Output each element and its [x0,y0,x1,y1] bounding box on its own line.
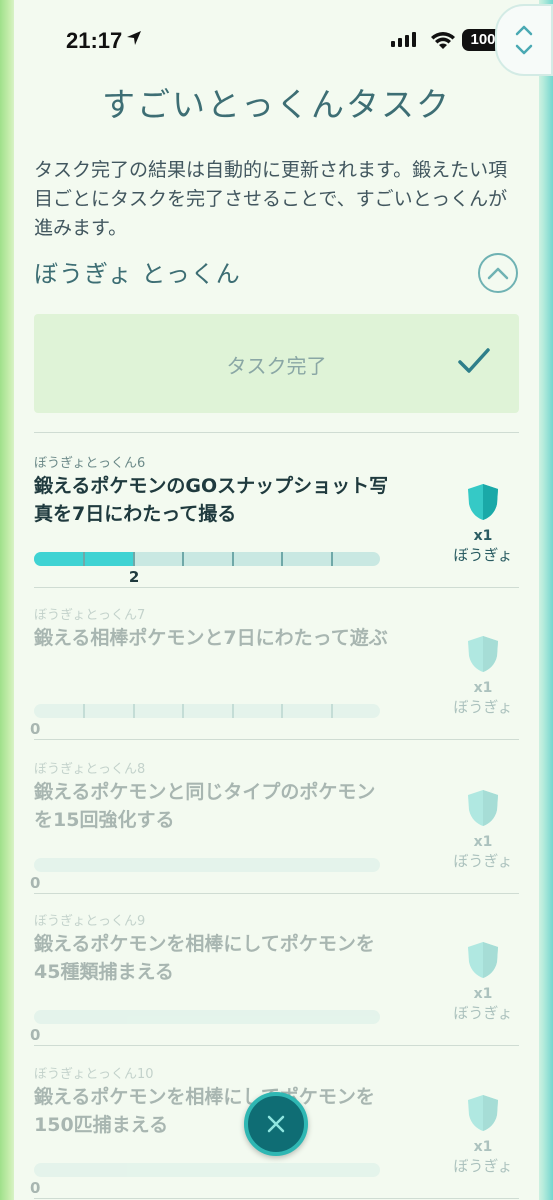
progress-tick [182,704,185,718]
description-text: タスク完了の結果は自動的に更新されます。鍛えたい項目ごとにタスクを完了させること… [34,159,508,239]
reward-name: ぼうぎょ [453,546,513,564]
progress-bar [34,704,380,718]
close-icon [267,1115,285,1133]
task-row[interactable]: ぼうぎょとっくん9 鍛えるポケモンを相棒にしてポケモンを45種類捕まえる 0 x1 ぼう… [30,910,519,1060]
shield-icon [468,636,498,672]
sort-toggle-button[interactable] [495,4,553,76]
sort-chevrons-icon [515,25,533,55]
divider [34,432,519,433]
checkmark-icon [458,348,490,373]
progress-bar [34,858,380,872]
divider [34,1198,519,1199]
task-screen: 21:17 100 すごいとっくんタスク タスク完了の結果は自動的に更新されます… [14,0,553,1200]
reward-count: x1 [473,528,493,544]
progress-value: 0 [30,1179,41,1197]
progress-value: 2 [128,568,140,586]
task-row[interactable]: ぼうぎょとっくん6 鍛えるポケモンのGOスナップショット写真を7日にわたって撮る 2… [34,452,519,602]
reward-name: ぼうぎょ [453,1157,513,1175]
progress-bar [34,1010,380,1024]
progress-bar [34,1163,380,1177]
shield-icon [468,790,498,826]
progress-tick [330,704,333,718]
reward-name: ぼうぎょ [453,1004,513,1022]
shield-icon [468,484,498,520]
reward: x1 ぼうぎょ [447,1093,519,1176]
section-title: ぼうぎょ とっくん [34,260,241,288]
reward: x1 ぼうぎょ [447,482,519,565]
chevron-up-icon [487,267,509,280]
progress-tick [83,552,86,566]
reward: x1 ぼうぎょ [447,634,519,717]
task-subtitle: ぼうぎょとっくん9 [34,914,146,929]
completed-label: タスク完了 [226,354,327,378]
cellular-signal-icon [391,32,416,47]
divider [34,739,519,740]
progress-value: 0 [30,720,41,738]
collapse-button[interactable] [478,253,518,293]
progress-value: 0 [30,874,41,892]
task-name: 鍛えるポケモンを相棒にしてポケモンを45種類捕まえる [34,933,375,983]
progress-tick [83,704,86,718]
reward-count: x1 [473,1139,493,1155]
task-name: 鍛える相棒ポケモンと7日にわたって遊ぶ [34,627,388,649]
progress-tick [231,552,234,566]
task-subtitle: ぼうぎょとっくん6 [34,456,146,471]
progress-tick [281,704,284,718]
wifi-icon [431,32,455,49]
shield-icon [468,1095,498,1131]
progress-bar [34,552,380,566]
reward-count: x1 [473,834,493,850]
task-subtitle: ぼうぎょとっくん10 [34,1067,154,1082]
task-subtitle: ぼうぎょとっくん7 [34,608,146,623]
close-button[interactable] [244,1092,308,1156]
progress-tick [281,552,284,566]
progress-tick [330,552,333,566]
reward: x1 ぼうぎょ [447,940,519,1023]
task-name: 鍛えるポケモンを相棒にしてポケモンを150匹捕まえる [34,1086,375,1136]
progress-value: 0 [30,1026,41,1044]
task-name: 鍛えるポケモンのGOスナップショット写真を7日にわたって撮る [34,475,389,525]
reward-name: ぼうぎょ [453,698,513,716]
divider [34,587,519,588]
divider [34,893,519,894]
shield-icon [468,942,498,978]
task-subtitle: ぼうぎょとっくん8 [34,762,146,777]
reward-name: ぼうぎょ [453,852,513,870]
location-arrow-icon [127,31,141,45]
progress-tick [182,552,185,566]
page-title: すごいとっくんタスク [101,85,451,124]
task-name: 鍛えるポケモンと同じタイプのポケモンを15回強化する [34,781,376,831]
reward: x1 ぼうぎょ [447,788,519,871]
task-row[interactable]: ぼうぎょとっくん7 鍛える相棒ポケモンと7日にわたって遊ぶ 0 x1 ぼうぎょ [30,604,519,754]
progress-tick [132,704,135,718]
progress-tick [231,704,234,718]
completed-tasks-row[interactable]: タスク完了 [34,314,519,413]
divider [34,1045,519,1046]
reward-count: x1 [473,986,493,1002]
clock: 21:17 [66,28,123,53]
status-bar: 21:17 100 [14,0,553,80]
progress-tick [132,552,135,566]
reward-count: x1 [473,680,493,696]
task-row[interactable]: ぼうぎょとっくん8 鍛えるポケモンと同じタイプのポケモンを15回強化する 0 x1 ぼう… [30,758,519,908]
